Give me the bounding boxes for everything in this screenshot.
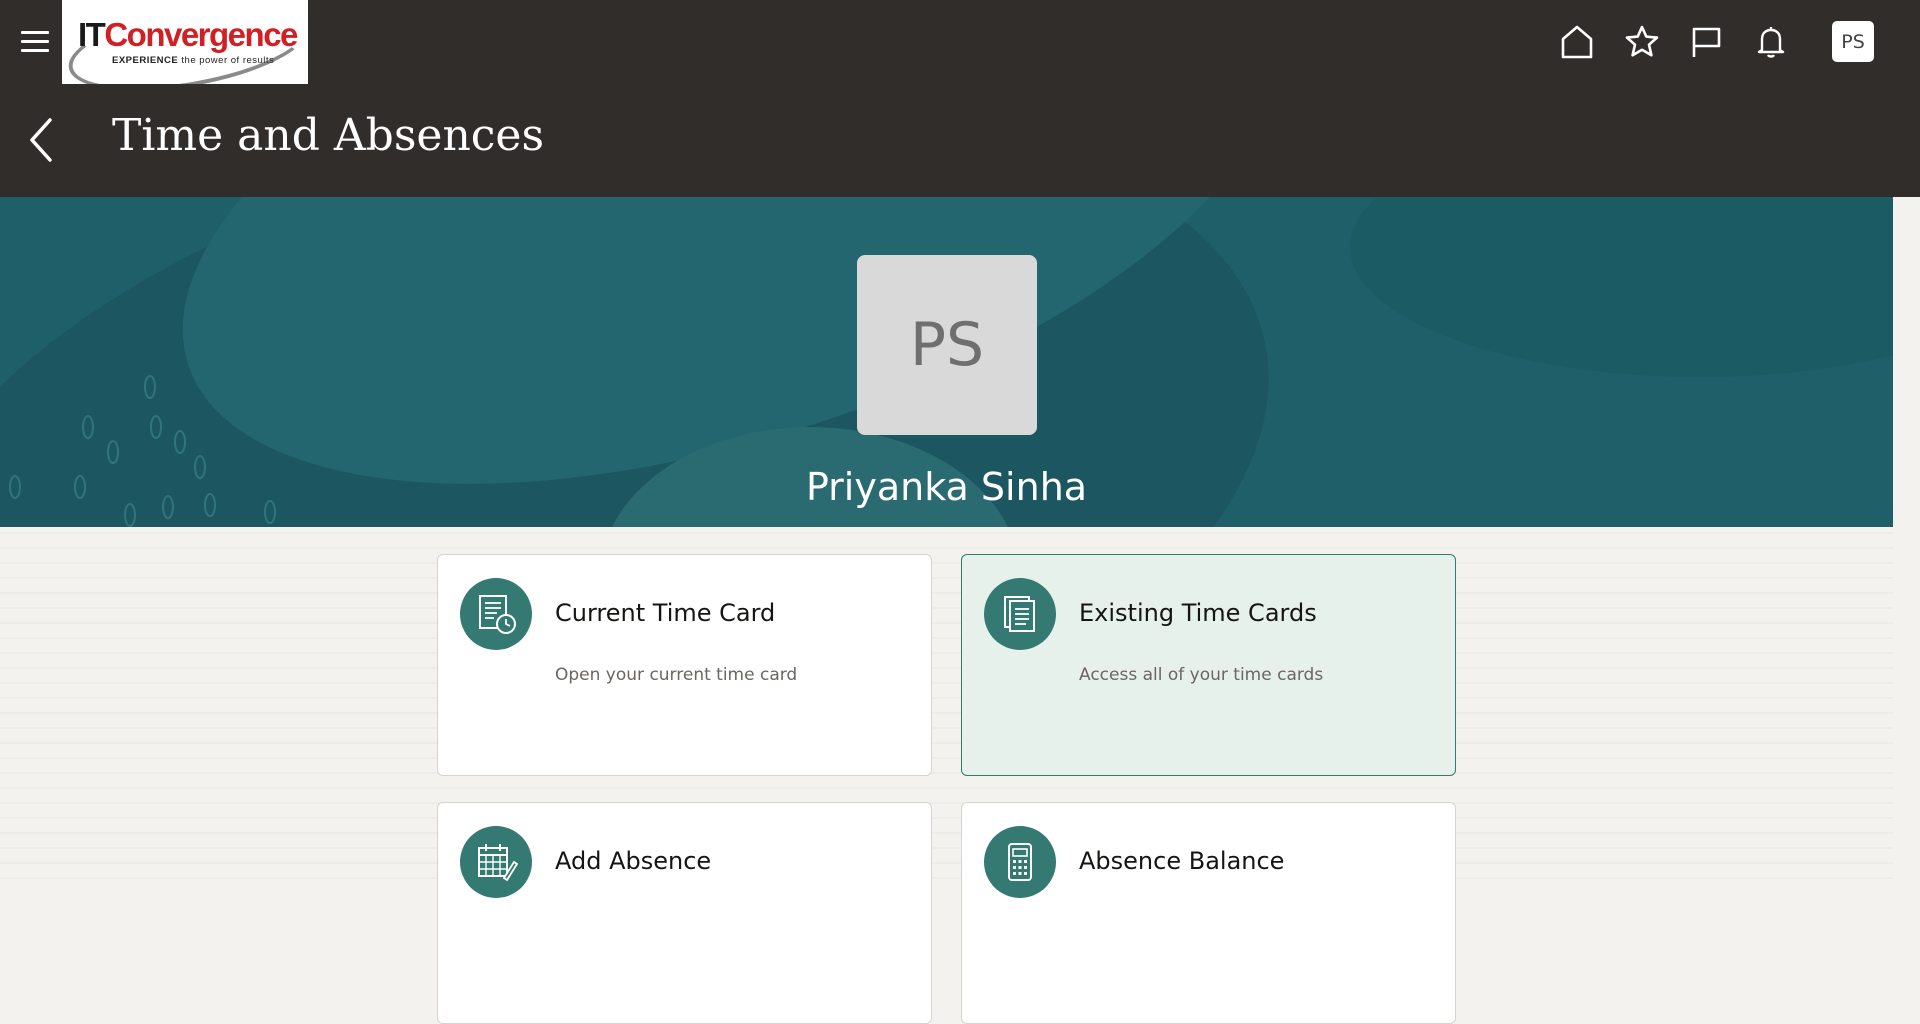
logo-tagline: EXPERIENCE the power of results [112,55,275,66]
flag-icon[interactable] [1684,20,1728,64]
card-description: Access all of your time cards [1079,665,1324,685]
add-absence-tile[interactable]: Add Absence [437,802,932,1024]
logo-wordmark: ITConvergence [78,16,298,53]
calendar-pencil-icon [460,826,532,898]
person-name: Priyanka Sinha [805,465,1088,509]
calculator-icon [984,826,1056,898]
company-logo[interactable]: ITConvergence EXPERIENCE the power of re… [62,0,308,84]
favorites-star-icon[interactable] [1620,20,1664,64]
global-header: ITConvergence EXPERIENCE the power of re… [0,0,1920,197]
card-title: Absence Balance [1079,847,1285,875]
notifications-bell-icon[interactable] [1749,20,1793,64]
stacked-documents-icon [984,578,1056,650]
time-card-clock-icon [460,578,532,650]
action-cards-area: Current Time Card Open your current time… [0,527,1893,1024]
absence-balance-tile[interactable]: Absence Balance [961,802,1456,1024]
card-description: Open your current time card [555,665,798,685]
back-chevron-icon[interactable] [26,114,60,166]
card-title: Existing Time Cards [1079,599,1317,627]
user-avatar-button[interactable]: PS [1832,21,1874,62]
banner-decoration [1350,197,1893,377]
scroll-gutter [1893,197,1920,892]
current-time-card-tile[interactable]: Current Time Card Open your current time… [437,554,932,776]
page-title: Time and Absences [112,110,545,161]
profile-avatar: PS [857,255,1037,435]
menu-icon[interactable] [19,28,53,56]
card-title: Add Absence [555,847,712,875]
existing-time-cards-tile[interactable]: Existing Time Cards Access all of your t… [961,554,1456,776]
card-title: Current Time Card [555,599,776,627]
home-icon[interactable] [1555,20,1599,64]
